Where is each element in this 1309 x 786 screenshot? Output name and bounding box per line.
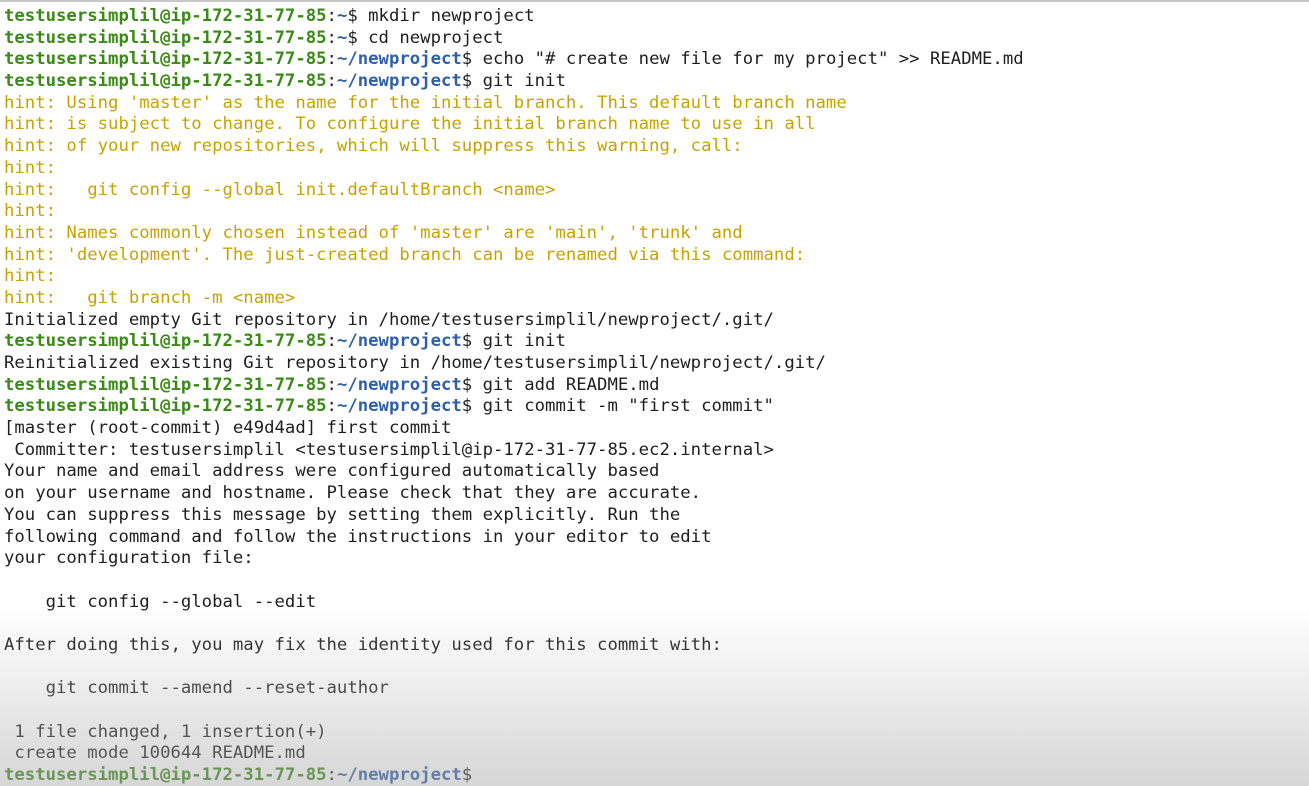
prompt-separator: :: [326, 396, 337, 417]
output-line: Committer: testusersimplil <testusersimp…: [4, 439, 774, 460]
command-text: git commit -m "first commit": [482, 396, 774, 417]
output-line: You can suppress this message by setting…: [4, 504, 681, 525]
command-text: git init: [482, 71, 566, 92]
prompt-path: ~: [336, 27, 348, 48]
output-line: [master (root-commit) e49d4ad] first com…: [4, 418, 452, 439]
prompt-symbol: $: [461, 765, 483, 786]
output-line: git config --global --edit: [4, 591, 317, 612]
prompt-user-host: testusersimplil@ip-172-31-77-85: [4, 765, 327, 786]
hint-line: hint: is subject to change. To configure…: [4, 114, 816, 135]
output-line: git commit --amend --reset-author: [4, 678, 389, 699]
prompt-path: ~/newproject: [336, 331, 462, 352]
prompt-path: ~/newproject: [336, 71, 462, 92]
prompt-separator: :: [326, 765, 337, 786]
prompt-separator: :: [326, 71, 337, 92]
prompt-path: ~/newproject: [336, 765, 462, 786]
prompt-user-host: testusersimplil@ip-172-31-77-85: [4, 331, 327, 352]
hint-line: hint: 'development'. The just-created br…: [4, 244, 806, 265]
prompt-line: testusersimplil@ip-172-31-77-85:~/newpro…: [4, 71, 1309, 93]
output-line: Your name and email address were configu…: [4, 461, 660, 482]
terminal-output[interactable]: testusersimplil@ip-172-31-77-85:~$ mkdir…: [4, 6, 1309, 786]
output-line: 1 file changed, 1 insertion(+): [4, 721, 327, 742]
prompt-path: ~/newproject: [336, 374, 462, 395]
prompt-path: ~: [336, 6, 348, 26]
hint-line: hint: git branch -m <name>: [4, 287, 296, 308]
output-line: create mode 100644 README.md: [4, 743, 306, 764]
command-text: mkdir newproject: [368, 6, 535, 26]
prompt-separator: :: [326, 374, 337, 395]
output-line: following command and follow the instruc…: [4, 526, 712, 547]
prompt-line: testusersimplil@ip-172-31-77-85:~/newpro…: [4, 396, 1309, 418]
hint-line: hint: of your new repositories, which wi…: [4, 136, 743, 157]
prompt-user-host: testusersimplil@ip-172-31-77-85: [4, 374, 327, 395]
hint-line: hint:: [4, 201, 57, 222]
hint-line: hint: Using 'master' as the name for the…: [4, 92, 847, 113]
prompt-line: testusersimplil@ip-172-31-77-85:~/newpro…: [4, 331, 1309, 353]
prompt-symbol: $: [461, 49, 483, 70]
output-line: Initialized empty Git repository in /hom…: [4, 309, 774, 330]
prompt-line: testusersimplil@ip-172-31-77-85:~$ cd ne…: [4, 28, 1309, 50]
command-text: cd newproject: [368, 27, 504, 48]
terminal-window[interactable]: testusersimplil@ip-172-31-77-85:~$ mkdir…: [0, 0, 1309, 786]
hint-line: hint: git config --global init.defaultBr…: [4, 179, 556, 200]
prompt-user-host: testusersimplil@ip-172-31-77-85: [4, 49, 327, 70]
output-line: your configuration file:: [4, 548, 254, 569]
prompt-separator: :: [326, 27, 337, 48]
command-text: git init: [482, 331, 566, 352]
prompt-symbol: $: [461, 331, 483, 352]
prompt-user-host: testusersimplil@ip-172-31-77-85: [4, 396, 327, 417]
prompt-path: ~/newproject: [336, 396, 462, 417]
prompt-separator: :: [326, 6, 337, 26]
prompt-line: testusersimplil@ip-172-31-77-85:~/newpro…: [4, 49, 1309, 71]
prompt-symbol: $: [461, 374, 483, 395]
prompt-line: testusersimplil@ip-172-31-77-85:~$ mkdir…: [4, 6, 1309, 28]
hint-line: hint:: [4, 266, 57, 287]
prompt-separator: :: [326, 331, 337, 352]
prompt-separator: :: [326, 49, 337, 70]
prompt-user-host: testusersimplil@ip-172-31-77-85: [4, 6, 327, 26]
prompt-user-host: testusersimplil@ip-172-31-77-85: [4, 71, 327, 92]
hint-line: hint: Names commonly chosen instead of '…: [4, 222, 743, 243]
hint-line: hint:: [4, 157, 57, 178]
prompt-path: ~/newproject: [336, 49, 462, 70]
prompt-symbol: $: [461, 71, 483, 92]
command-text: echo "# create new file for my project" …: [482, 49, 1024, 70]
prompt-symbol: $: [461, 396, 483, 417]
prompt-symbol: $: [347, 27, 369, 48]
prompt-line: testusersimplil@ip-172-31-77-85:~/newpro…: [4, 375, 1309, 397]
prompt-user-host: testusersimplil@ip-172-31-77-85: [4, 27, 327, 48]
prompt-line: testusersimplil@ip-172-31-77-85:~/newpro…: [4, 765, 1309, 786]
prompt-symbol: $: [347, 6, 369, 26]
output-line: After doing this, you may fix the identi…: [4, 634, 722, 655]
output-line: Reinitialized existing Git repository in…: [4, 353, 826, 373]
output-line: on your username and hostname. Please ch…: [4, 483, 702, 504]
command-text: git add README.md: [482, 374, 660, 395]
